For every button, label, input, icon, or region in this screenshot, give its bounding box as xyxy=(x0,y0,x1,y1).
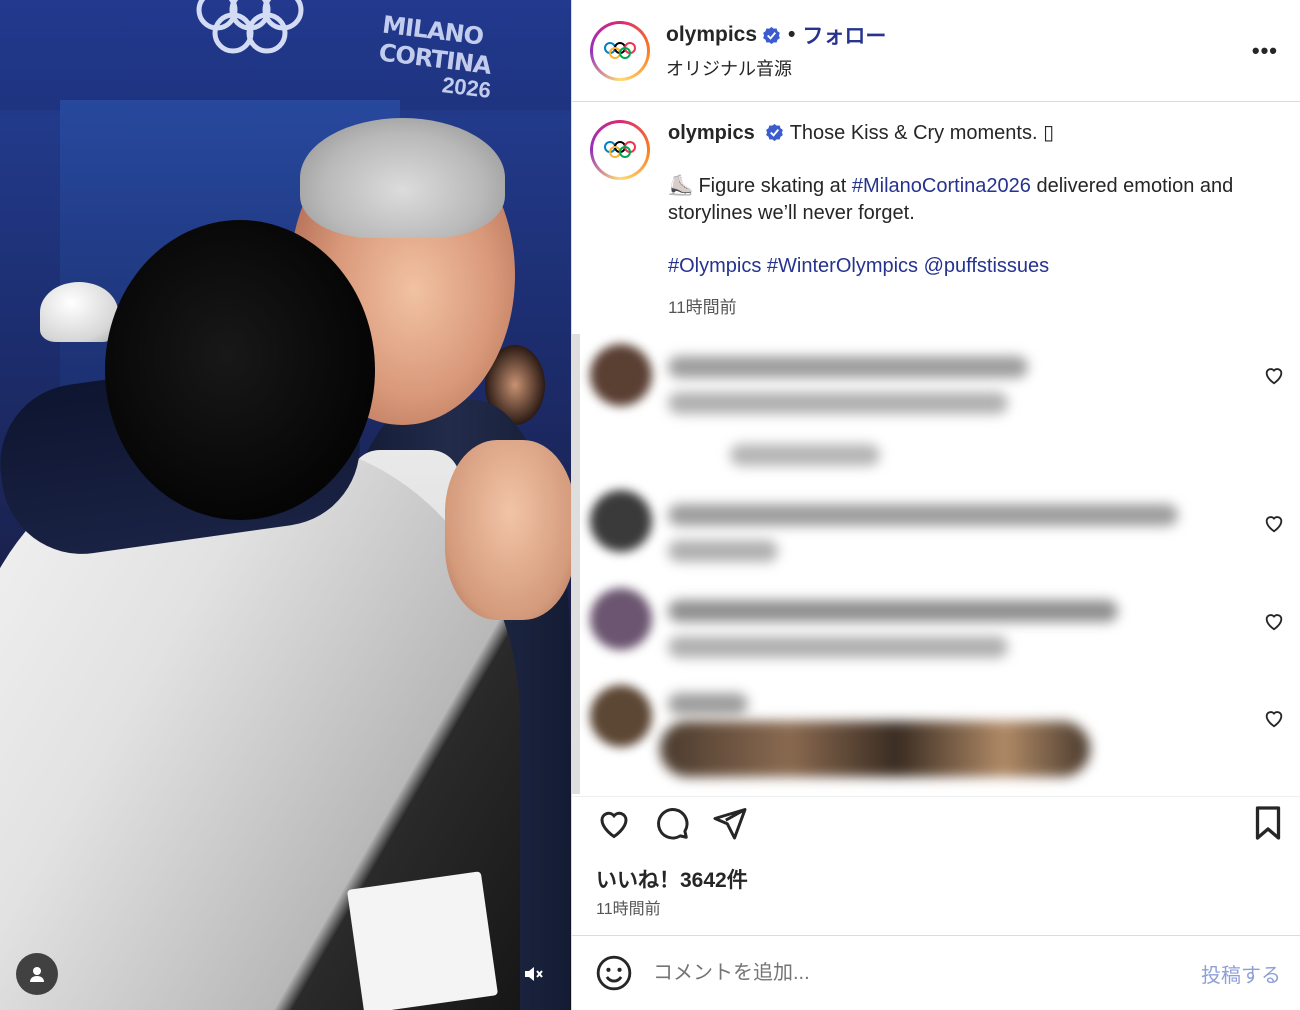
list-item xyxy=(580,582,1300,672)
speech-bubble-icon xyxy=(657,808,689,840)
paper-plane-icon xyxy=(713,808,747,840)
avatar[interactable] xyxy=(590,490,652,552)
emoji-icon[interactable] xyxy=(595,954,633,992)
caption-username[interactable]: olympics xyxy=(668,122,755,144)
comment-text-blurred xyxy=(668,540,778,562)
hugging-person-head xyxy=(105,220,375,520)
olympic-rings-icon xyxy=(604,141,636,158)
comments-list xyxy=(580,334,1300,794)
list-item xyxy=(580,679,1300,794)
accreditation-badge xyxy=(346,871,499,1010)
mute-button[interactable] xyxy=(512,953,554,995)
follow-button[interactable]: フォロー xyxy=(802,20,886,50)
avatar[interactable] xyxy=(590,344,652,406)
like-button[interactable] xyxy=(594,803,634,843)
share-button[interactable] xyxy=(710,803,750,843)
heart-icon[interactable] xyxy=(1263,610,1285,632)
muted-speaker-icon xyxy=(525,967,543,981)
comments-scrollbar[interactable] xyxy=(572,334,580,794)
comment-text-blurred xyxy=(668,392,1008,414)
like-count[interactable]: いいね！3642件 xyxy=(596,864,748,894)
olympic-rings-icon xyxy=(604,41,636,59)
audio-link[interactable]: オリジナル音源 xyxy=(666,55,886,81)
add-comment-bar: 投稿する xyxy=(572,935,1300,1010)
more-options-button[interactable]: ••• xyxy=(1252,38,1278,64)
separator-dot: • xyxy=(788,23,796,46)
list-item xyxy=(580,484,1300,574)
caption-text: ⛸️ Figure skating at xyxy=(668,175,852,197)
view-replies-blurred[interactable] xyxy=(730,444,880,466)
user-icon xyxy=(30,967,44,982)
mention-link[interactable]: @puffstissues xyxy=(924,255,1050,277)
post-caption: olympics Those Kiss & Cry moments. ▯ ⛸️ … xyxy=(590,120,1290,321)
caption-avatar[interactable] xyxy=(590,120,650,180)
save-button[interactable] xyxy=(1248,803,1288,843)
post-viewer: MILANO CORTINA 2026 olympics • フォロー オリジナ… xyxy=(0,0,1300,1010)
action-bar xyxy=(572,796,1300,851)
background-person-helmet xyxy=(40,282,118,342)
hashtag-link[interactable]: #Olympics xyxy=(668,255,761,277)
comment-text-blurred xyxy=(668,693,748,715)
tagged-users-button[interactable] xyxy=(16,953,58,995)
username-link[interactable]: olympics xyxy=(666,23,757,47)
comment-text-blurred xyxy=(668,504,1178,526)
caption-timestamp[interactable]: 11時間前 xyxy=(668,294,1288,321)
heart-icon[interactable] xyxy=(1263,512,1285,534)
comment-text-blurred xyxy=(668,600,1118,622)
caption-tags: #Olympics #WinterOlympics @puffstissues xyxy=(668,253,1288,280)
hashtag-link[interactable]: #MilanoCortina2026 xyxy=(852,175,1031,197)
post-button[interactable]: 投稿する xyxy=(1201,959,1281,988)
coach-hand xyxy=(445,440,571,620)
coach-hair xyxy=(300,118,505,238)
comment-text-blurred xyxy=(668,356,1028,378)
list-item xyxy=(580,334,1300,474)
post-timestamp[interactable]: 11時間前 xyxy=(596,895,661,919)
comment-text-blurred xyxy=(668,636,1008,658)
caption-body: ⛸️ Figure skating at #MilanoCortina2026 … xyxy=(668,173,1288,227)
post-video[interactable]: MILANO CORTINA 2026 xyxy=(0,0,571,1010)
heart-icon[interactable] xyxy=(1263,364,1285,386)
verified-badge-icon xyxy=(765,123,784,142)
heart-icon xyxy=(600,811,628,839)
verified-badge-icon xyxy=(762,26,781,45)
hashtag-link[interactable]: #WinterOlympics xyxy=(767,255,918,277)
comment-input[interactable] xyxy=(653,961,1153,985)
avatar[interactable] xyxy=(590,588,652,650)
bookmark-icon xyxy=(1255,806,1281,840)
avatar[interactable] xyxy=(590,20,650,81)
comment-image-blurred xyxy=(660,721,1090,777)
post-header: olympics • フォロー オリジナル音源 ••• xyxy=(572,0,1300,102)
heart-icon[interactable] xyxy=(1263,707,1285,729)
caption-headline: Those Kiss & Cry moments. ▯ xyxy=(789,122,1055,144)
post-side-panel: olympics • フォロー オリジナル音源 ••• olympics Tho… xyxy=(571,0,1300,1010)
avatar[interactable] xyxy=(590,685,652,747)
comment-button[interactable] xyxy=(652,803,692,843)
olympic-rings-icon xyxy=(196,0,304,54)
